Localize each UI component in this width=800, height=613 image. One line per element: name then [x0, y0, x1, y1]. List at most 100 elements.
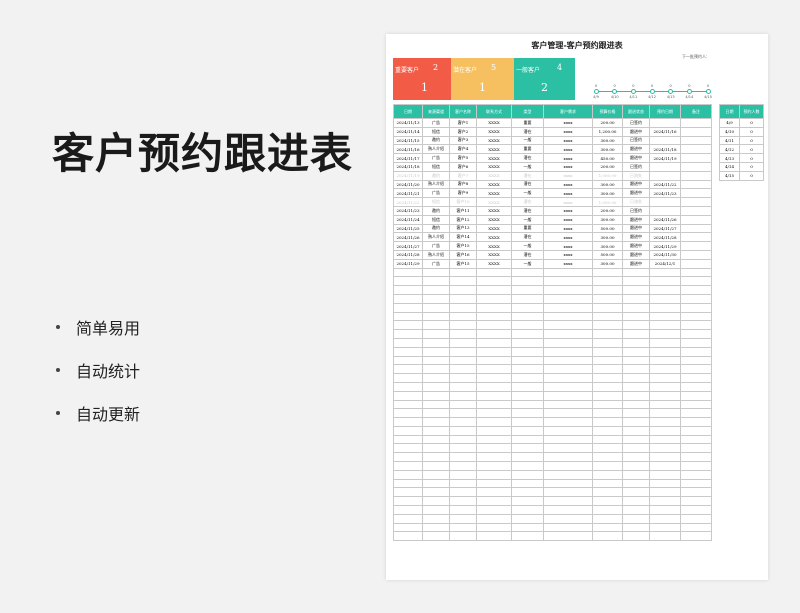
empty-cell [543, 505, 593, 515]
empty-cell [393, 487, 423, 498]
empty-cell [449, 381, 477, 392]
table-cell: 2024/11/27 [649, 223, 681, 234]
empty-cell [422, 337, 450, 348]
empty-cell [422, 443, 450, 454]
bullet-icon [56, 368, 60, 372]
empty-cell [622, 461, 650, 471]
timeline-count: 0 [650, 84, 654, 88]
table-cell: 2024/11/19 [393, 170, 423, 181]
empty-cell [449, 487, 477, 498]
table-row: 2024/11/18 短信 客户6 XXXX 一般 xxxx 200.00 已签约 [393, 161, 712, 172]
table-cell: 潜在 [511, 232, 544, 243]
table-cell: xxxx [543, 179, 593, 190]
table-cell: 300.00 [592, 258, 623, 269]
table-cell: 潜在 [511, 153, 544, 163]
table-cell: 450.00 [592, 153, 623, 163]
empty-cell [680, 522, 712, 533]
table-cell: 重要 [511, 144, 544, 155]
table-cell: xxxx [543, 188, 593, 199]
table-cell: 跟进中 [622, 179, 650, 190]
table-cell: 客户6 [449, 161, 477, 172]
table-cell: 2024/11/29 [649, 241, 681, 251]
empty-cell [449, 496, 477, 507]
empty-cell [649, 285, 681, 295]
table-cell: 1,000.00 [592, 197, 623, 207]
empty-cell [449, 293, 477, 304]
column-header: 客户需求 [543, 104, 593, 119]
empty-row [393, 408, 712, 419]
empty-cell [422, 381, 450, 392]
empty-cell [680, 302, 712, 313]
table-row: 4/15 0 [719, 170, 764, 181]
table-cell: 2024/11/22 [649, 179, 681, 190]
empty-cell [680, 531, 712, 542]
table-cell: xxxx [543, 258, 593, 269]
empty-cell [449, 329, 477, 339]
empty-cell [476, 478, 512, 489]
table-cell [680, 161, 712, 172]
empty-cell [511, 452, 544, 463]
table-cell: 2024/11/14 [393, 126, 423, 137]
empty-cell [449, 346, 477, 357]
empty-cell [476, 390, 512, 401]
sheet-title: 客户管理-客户预约跟进表 [531, 41, 623, 50]
table-cell: 2024/11/15 [393, 135, 423, 146]
empty-cell [449, 355, 477, 366]
empty-cell [649, 417, 681, 427]
empty-cell [449, 408, 477, 419]
table-cell: 2024/11/27 [393, 241, 423, 251]
table-cell: 0 [739, 135, 764, 146]
empty-cell [422, 355, 450, 366]
empty-cell [543, 302, 593, 313]
empty-cell [592, 329, 623, 339]
empty-cell [680, 434, 712, 445]
empty-cell [592, 505, 623, 515]
empty-cell [393, 443, 423, 454]
table-cell: 邀约 [422, 223, 450, 234]
table-cell: 客户3 [449, 135, 477, 146]
empty-cell [393, 373, 423, 383]
empty-cell [393, 329, 423, 339]
empty-cell [449, 285, 477, 295]
table-row: 2024/11/22 短信 客户10 XXXX 潜在 xxxx 1,000.00 已流失 [393, 197, 712, 207]
spreadsheet-preview: 客户管理-客户预约跟进表 下一批预约人: 重要客户 2 1 潜在客户 5 1 一… [386, 34, 768, 580]
table-cell [680, 241, 712, 251]
table-cell [680, 258, 712, 269]
empty-cell [449, 425, 477, 436]
table-cell: 300.00 [592, 135, 623, 146]
empty-cell [422, 461, 450, 471]
table-cell: xxxx [543, 135, 593, 146]
table-cell: 潜在 [511, 249, 544, 260]
page-title: 客户预约跟进表 [52, 129, 354, 178]
empty-cell [680, 329, 712, 339]
empty-row [393, 329, 712, 339]
empty-cell [393, 434, 423, 445]
table-cell: 2024/11/16 [393, 144, 423, 155]
table-cell: xxxx [543, 161, 593, 172]
empty-cell [476, 399, 512, 410]
timeline-date: 4/10 [610, 94, 619, 99]
empty-cell [592, 364, 623, 375]
table-cell: 已流失 [622, 170, 650, 181]
empty-cell [649, 355, 681, 366]
empty-row [393, 267, 712, 278]
empty-cell [680, 285, 712, 295]
empty-cell [622, 399, 650, 410]
table-cell: 2024/11/28 [393, 249, 423, 260]
table-cell: 2024/11/18 [649, 144, 681, 155]
table-row: 2024/11/15 邀约 客户3 XXXX 一般 xxxx 300.00 已签约 [393, 135, 712, 146]
empty-cell [649, 522, 681, 533]
empty-row [393, 337, 712, 348]
side-header-row: 日期 预约人数 [719, 104, 764, 119]
empty-row [393, 302, 712, 313]
empty-cell [592, 346, 623, 357]
empty-cell [649, 531, 681, 542]
table-cell: XXXX [476, 144, 512, 155]
empty-cell [592, 513, 623, 524]
empty-row [393, 346, 712, 357]
empty-cell [680, 364, 712, 375]
table-cell: 客户13 [449, 223, 477, 234]
table-cell: XXXX [476, 126, 512, 137]
table-cell: 已签约 [622, 205, 650, 216]
empty-cell [592, 417, 623, 427]
